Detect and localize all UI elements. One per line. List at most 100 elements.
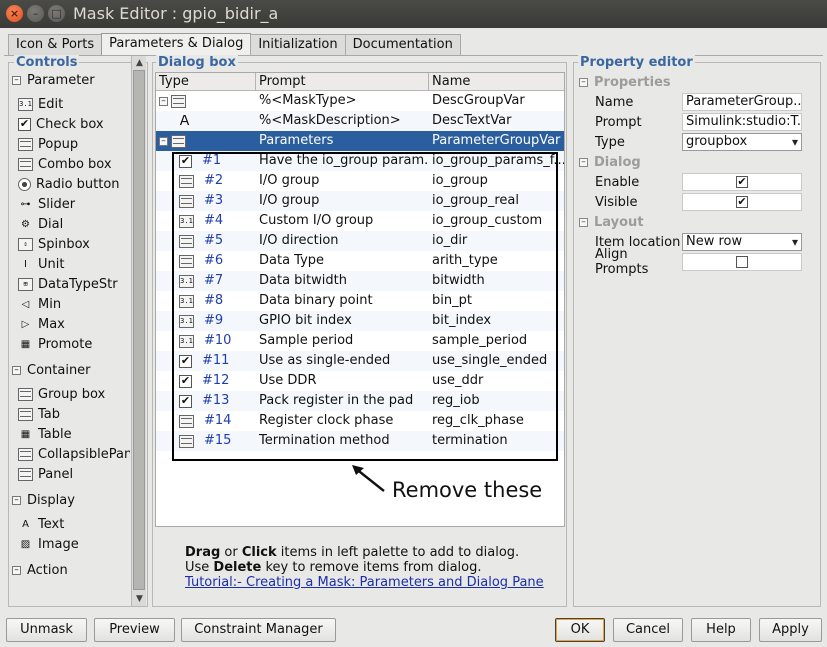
table-row[interactable]: #14 Register clock phase reg_clk_phase — [156, 411, 564, 431]
prompt-cell[interactable]: Data binary point — [256, 291, 429, 311]
name-cell[interactable]: ParameterGroupVar — [429, 131, 564, 151]
table-row[interactable]: A %<MaskDescription> DescTextVar — [156, 111, 564, 131]
property-value-field[interactable]: ParameterGroup... — [682, 93, 802, 111]
preview-button[interactable]: Preview — [94, 618, 175, 642]
palette-item-collapsiblepanel[interactable]: CollapsiblePanel — [10, 444, 130, 464]
name-cell[interactable]: bit_index — [429, 311, 564, 331]
table-row[interactable]: ✔ #12 Use DDR use_ddr — [156, 371, 564, 391]
property-value-field[interactable]: Simulink:studio:T... — [682, 113, 802, 131]
tab-icon-ports[interactable]: Icon & Ports — [8, 34, 103, 55]
property-group-layout[interactable]: – Layout — [579, 212, 819, 232]
palette-item-group-box[interactable]: Group box — [10, 384, 130, 404]
palette-item-max[interactable]: ▷ Max — [10, 314, 130, 334]
collapse-icon[interactable]: – — [12, 565, 21, 575]
palette-item-check-box[interactable]: ✔ Check box — [10, 114, 130, 134]
table-row[interactable]: 3.1 #4 Custom I/O group io_group_custom — [156, 211, 564, 231]
table-row[interactable]: 3.1 #7 Data bitwidth bitwidth — [156, 271, 564, 291]
palette-group-action[interactable]: – Action — [10, 560, 130, 580]
prompt-cell[interactable]: I/O direction — [256, 231, 429, 251]
palette-item-dial[interactable]: ⚙ Dial — [10, 214, 130, 234]
maximize-window-button[interactable]: □ — [48, 5, 65, 22]
palette-item-radio-button[interactable]: Radio button — [10, 174, 130, 194]
table-row[interactable]: – Parameters ParameterGroupVar — [156, 131, 564, 151]
prompt-cell[interactable]: Use DDR — [256, 371, 429, 391]
scrollbar-thumb[interactable] — [133, 70, 145, 590]
prompt-cell[interactable]: Sample period — [256, 331, 429, 351]
collapse-icon[interactable]: – — [159, 96, 168, 106]
ok-button[interactable]: OK — [555, 618, 605, 642]
palette-group-parameter[interactable]: – Parameter — [10, 70, 130, 90]
prompt-cell[interactable]: Custom I/O group — [256, 211, 429, 231]
name-cell[interactable]: termination — [429, 431, 564, 451]
close-window-button[interactable]: × — [6, 5, 23, 22]
palette-item-panel[interactable]: Panel — [10, 464, 130, 484]
prompt-cell[interactable]: Have the io_group param... — [256, 151, 429, 171]
property-dropdown[interactable]: groupbox — [682, 133, 802, 151]
tab-documentation[interactable]: Documentation — [344, 34, 461, 55]
name-cell[interactable]: use_single_ended — [429, 351, 564, 371]
property-group-dialog[interactable]: – Dialog — [579, 152, 819, 172]
prompt-cell[interactable]: Pack register in the pad — [256, 391, 429, 411]
prompt-cell[interactable]: Use as single-ended — [256, 351, 429, 371]
palette-item-popup[interactable]: Popup — [10, 134, 130, 154]
palette-item-datatypestr[interactable]: ⊞ DataTypeStr — [10, 274, 130, 294]
palette-item-spinbox[interactable]: ⇕ Spinbox — [10, 234, 130, 254]
collapse-icon[interactable]: – — [12, 75, 21, 85]
scroll-up-arrow-icon[interactable]: ▲ — [132, 56, 147, 70]
name-cell[interactable]: io_group_params_f... — [429, 151, 564, 171]
palette-item-image[interactable]: ▨ Image — [10, 534, 130, 554]
property-group-properties[interactable]: – Properties — [579, 72, 819, 92]
table-row[interactable]: 3.1 #8 Data binary point bin_pt — [156, 291, 564, 311]
name-cell[interactable]: DescTextVar — [429, 111, 564, 131]
palette-item-slider[interactable]: ⊶ Slider — [10, 194, 130, 214]
name-cell[interactable]: reg_clk_phase — [429, 411, 564, 431]
table-row[interactable]: #3 I/O group io_group_real — [156, 191, 564, 211]
table-row[interactable]: ✔ #13 Pack register in the pad reg_iob — [156, 391, 564, 411]
palette-group-display[interactable]: – Display — [10, 490, 130, 510]
name-cell[interactable]: io_group_real — [429, 191, 564, 211]
table-row[interactable]: #15 Termination method termination — [156, 431, 564, 451]
name-cell[interactable]: io_dir — [429, 231, 564, 251]
property-checkbox[interactable]: ✔ — [736, 176, 748, 188]
prompt-cell[interactable]: I/O group — [256, 171, 429, 191]
table-row[interactable]: – %<MaskType> DescGroupVar — [156, 91, 564, 111]
table-row[interactable]: ✔ #11 Use as single-ended use_single_ended — [156, 351, 564, 371]
column-name[interactable]: Name — [429, 73, 564, 90]
palette-item-unit[interactable]: Ⅰ Unit — [10, 254, 130, 274]
prompt-cell[interactable]: Register clock phase — [256, 411, 429, 431]
prompt-cell[interactable]: GPIO bit index — [256, 311, 429, 331]
collapse-icon[interactable]: – — [159, 136, 168, 146]
table-row[interactable]: 3.1 #9 GPIO bit index bit_index — [156, 311, 564, 331]
collapse-icon[interactable]: – — [579, 157, 588, 167]
tab-initialization[interactable]: Initialization — [250, 34, 346, 55]
unmask-button[interactable]: Unmask — [6, 618, 87, 642]
table-row[interactable]: #5 I/O direction io_dir — [156, 231, 564, 251]
collapse-icon[interactable]: – — [12, 495, 21, 505]
prompt-cell[interactable]: %<MaskDescription> — [256, 111, 429, 131]
name-cell[interactable]: io_group_custom — [429, 211, 564, 231]
table-row[interactable]: #2 I/O group io_group — [156, 171, 564, 191]
cancel-button[interactable]: Cancel — [613, 618, 683, 642]
palette-item-promote[interactable]: ▦ Promote — [10, 334, 130, 354]
collapse-icon[interactable]: – — [579, 77, 588, 87]
table-row[interactable]: #6 Data Type arith_type — [156, 251, 564, 271]
prompt-cell[interactable]: I/O group — [256, 191, 429, 211]
collapse-icon[interactable]: – — [579, 217, 588, 227]
prompt-cell[interactable]: Termination method — [256, 431, 429, 451]
column-type[interactable]: Type — [156, 73, 256, 90]
table-row[interactable]: 3.1 #10 Sample period sample_period — [156, 331, 564, 351]
apply-button[interactable]: Apply — [759, 618, 822, 642]
palette-group-container[interactable]: – Container — [10, 360, 130, 380]
name-cell[interactable]: DescGroupVar — [429, 91, 564, 111]
name-cell[interactable]: arith_type — [429, 251, 564, 271]
name-cell[interactable]: bin_pt — [429, 291, 564, 311]
name-cell[interactable]: io_group — [429, 171, 564, 191]
prompt-cell[interactable]: Data bitwidth — [256, 271, 429, 291]
palette-item-table[interactable]: ▦ Table — [10, 424, 130, 444]
tutorial-link[interactable]: Tutorial:- Creating a Mask: Parameters a… — [185, 575, 544, 590]
prompt-cell[interactable]: %<MaskType> — [256, 91, 429, 111]
name-cell[interactable]: use_ddr — [429, 371, 564, 391]
palette-item-combo-box[interactable]: Combo box — [10, 154, 130, 174]
minimize-window-button[interactable]: – — [27, 5, 44, 22]
palette-item-tab[interactable]: Tab — [10, 404, 130, 424]
